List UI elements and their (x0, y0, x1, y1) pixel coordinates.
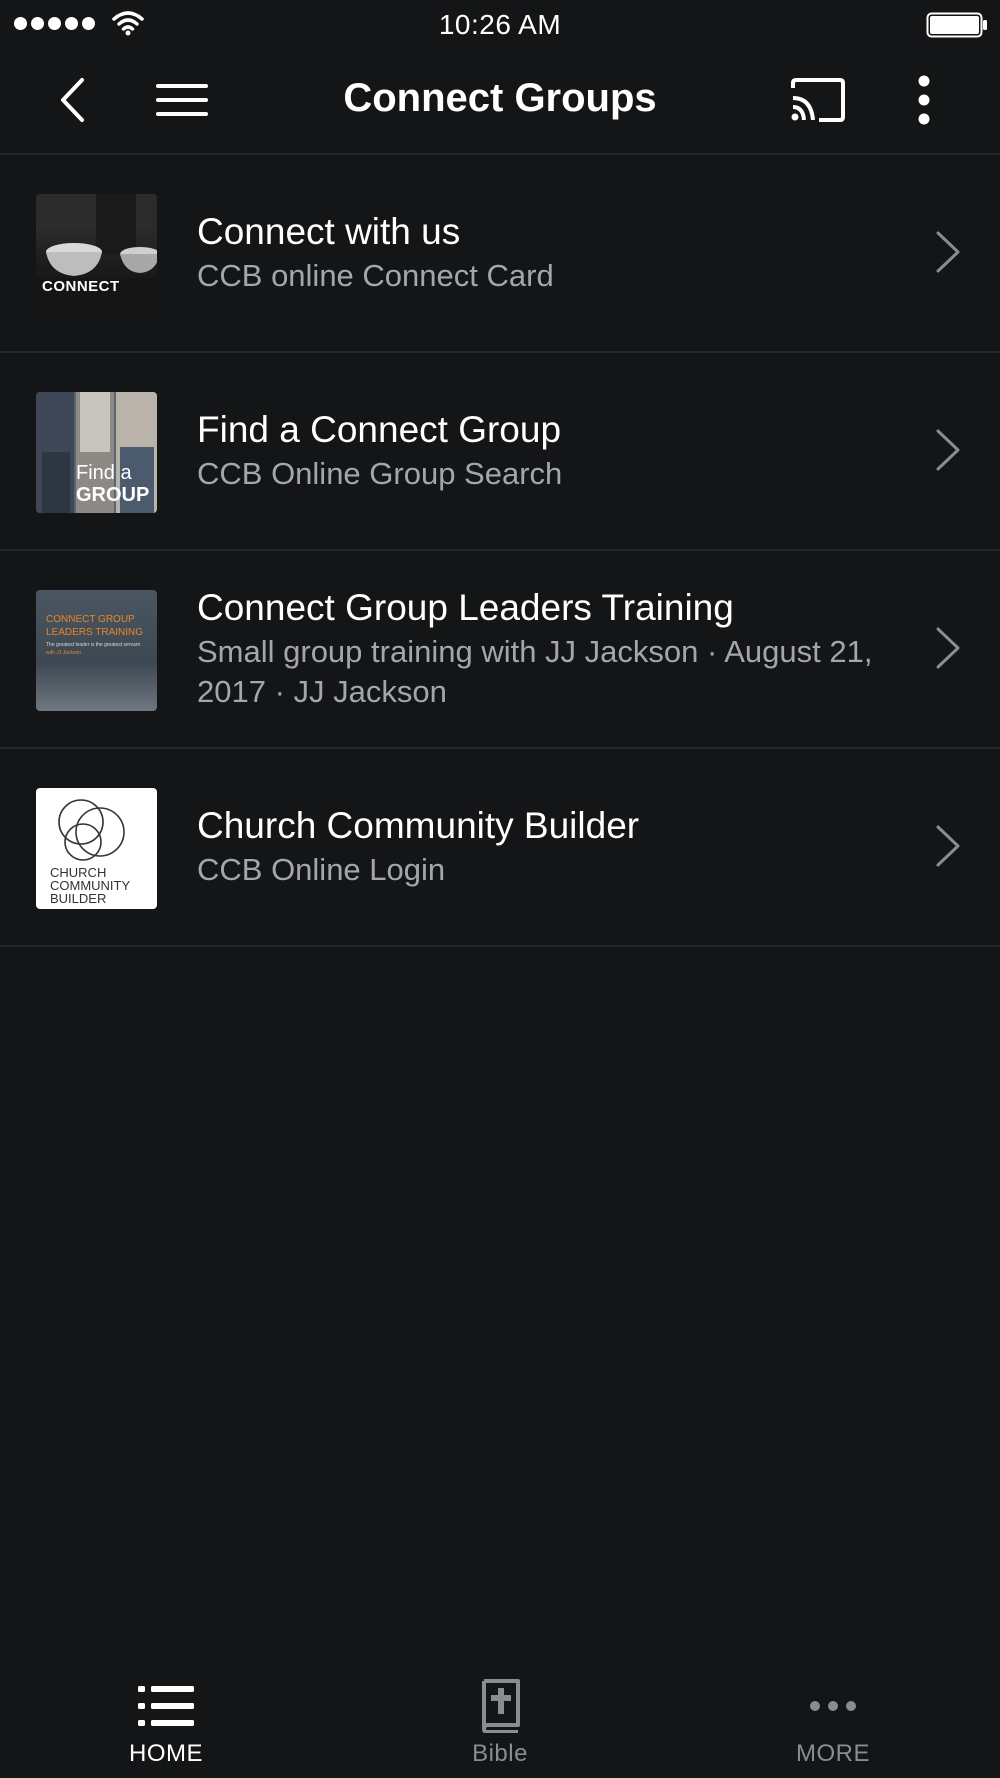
hamburger-icon (156, 84, 208, 116)
cast-button[interactable] (782, 70, 854, 130)
tab-label: MORE (796, 1740, 870, 1767)
item-subtitle: CCB Online Login (197, 852, 446, 887)
navigation-bar: Connect Groups (0, 48, 1000, 155)
status-time: 10:26 AM (438, 9, 562, 40)
thumbnail-caption-line1: CONNECT GROUP (46, 614, 135, 625)
back-chevron-icon (61, 78, 84, 122)
item-subtitle: Small group training with JJ Jackson · A… (197, 634, 873, 709)
list-item-leaders-training[interactable]: CONNECT GROUP LEADERS TRAINING The great… (0, 551, 1000, 749)
list-item-find-a-connect-group[interactable]: Find a GROUP Find a Connect Group CCB On… (0, 353, 1000, 551)
item-title: Connect Group Leaders Training (197, 587, 734, 628)
item-title: Connect with us (197, 211, 461, 252)
coffee-cups-image (36, 194, 157, 315)
chevron-right-icon (936, 825, 960, 867)
page-title: Connect Groups (343, 76, 657, 120)
ellipsis-icon (733, 1678, 933, 1734)
ccb-logo-thumbnail: CHURCH COMMUNITY BUILDER (36, 788, 157, 909)
item-title: Church Community Builder (197, 805, 640, 846)
list-icon (66, 1678, 266, 1734)
thumbnail-caption-line1: Find a (76, 462, 132, 484)
chevron-right-icon (936, 429, 960, 471)
tab-label: Bible (472, 1740, 528, 1767)
thumbnail-caption-line3: BUILDER (50, 891, 107, 906)
cast-icon (791, 78, 845, 122)
more-options-button[interactable] (900, 70, 948, 130)
leaders-training-thumbnail: CONNECT GROUP LEADERS TRAINING The great… (36, 590, 157, 711)
thumbnail-caption-line2: GROUP (76, 484, 150, 506)
find-a-group-thumbnail: Find a GROUP (36, 392, 157, 513)
back-button[interactable] (42, 72, 102, 128)
thumbnail-caption-line3: The greatest leader is the greatest serv… (46, 642, 140, 648)
status-bar: 10:26 AM (0, 0, 1000, 48)
tab-home[interactable]: HOME (66, 1646, 266, 1778)
connect-thumbnail: CONNECT (36, 194, 157, 315)
bible-icon (400, 1678, 600, 1734)
thumbnail-caption: CONNECT (42, 278, 120, 295)
tab-bar: HOME Bible MORE (0, 1646, 1000, 1778)
tab-label: HOME (129, 1740, 203, 1767)
battery-icon (926, 12, 987, 38)
hamburger-menu-button[interactable] (150, 72, 214, 128)
list-item-church-community-builder[interactable]: CHURCH COMMUNITY BUILDER Church Communit… (0, 749, 1000, 947)
content-list: CONNECT Connect with us CCB online Conne… (0, 155, 1000, 947)
vertical-ellipsis-icon (918, 75, 930, 125)
thumbnail-caption-line4: with JJ Jackson (46, 650, 82, 656)
tab-bible[interactable]: Bible (400, 1646, 600, 1778)
item-title: Find a Connect Group (197, 409, 562, 450)
tab-more[interactable]: MORE (733, 1646, 933, 1778)
thumbnail-caption-line2: LEADERS TRAINING (46, 627, 144, 638)
item-subtitle: CCB online Connect Card (197, 258, 554, 293)
item-subtitle: CCB Online Group Search (197, 456, 563, 491)
list-item-connect-with-us[interactable]: CONNECT Connect with us CCB online Conne… (0, 155, 1000, 353)
chevron-right-icon (936, 627, 960, 669)
chevron-right-icon (936, 231, 960, 273)
